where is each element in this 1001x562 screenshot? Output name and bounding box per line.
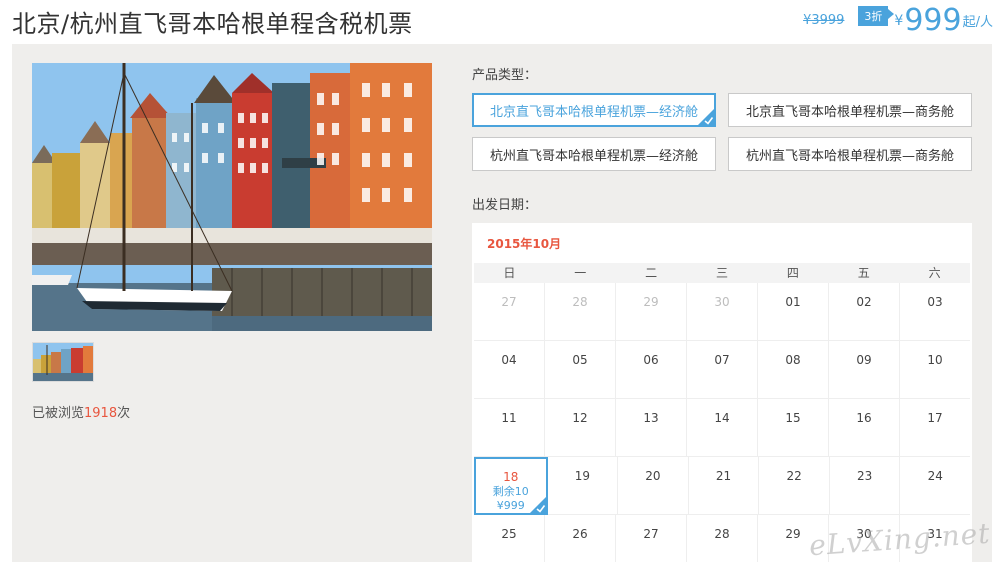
calendar-day-other-month: 27: [474, 283, 545, 341]
calendar-day-other-month: 30: [687, 283, 758, 341]
weekday-label: 三: [716, 266, 729, 280]
current-price: 999: [904, 3, 962, 38]
calendar-day[interactable]: 26: [545, 515, 616, 562]
calendar-day[interactable]: 06: [616, 341, 687, 399]
calendar-week: 18 剩余10 ¥999 19 20 21 22 23 24: [474, 457, 971, 515]
calendar-day[interactable]: 27: [616, 515, 687, 562]
product-option-beijing-economy[interactable]: 北京直飞哥本哈根单程机票—经济舱: [472, 93, 716, 127]
calendar-day[interactable]: 11: [474, 399, 545, 457]
calendar-day[interactable]: 07: [687, 341, 758, 399]
check-icon: [529, 497, 546, 513]
original-price: ¥3999: [803, 13, 845, 28]
calendar-day[interactable]: 23: [829, 457, 901, 515]
calendar-day[interactable]: 09: [829, 341, 900, 399]
product-option-hangzhou-business[interactable]: 杭州直飞哥本哈根单程机票—商务舱: [728, 137, 972, 171]
calendar-day[interactable]: 13: [616, 399, 687, 457]
thumbnail-image[interactable]: [32, 342, 94, 382]
calendar-day[interactable]: 15: [758, 399, 829, 457]
calendar-day[interactable]: 01: [758, 283, 829, 341]
calendar-day[interactable]: 04: [474, 341, 545, 399]
option-label: 杭州直飞哥本哈根单程机票—商务舱: [745, 148, 954, 164]
page-header: 北京/杭州直飞哥本哈根单程含税机票 ¥3999 3折 ¥ 999 起/人: [0, 0, 1001, 44]
product-type-label: 产品类型：: [472, 68, 538, 83]
option-label: 北京直飞哥本哈根单程机票—经济舱: [489, 104, 698, 120]
weekday-label: 六: [928, 266, 941, 280]
calendar-day[interactable]: 17: [900, 399, 970, 457]
calendar-day[interactable]: 21: [688, 457, 760, 515]
departure-date-label: 出发日期：: [472, 198, 538, 213]
calendar-day[interactable]: 24: [900, 457, 971, 515]
calendar-day[interactable]: 08: [758, 341, 829, 399]
currency-symbol: ¥: [894, 13, 904, 29]
calendar-day-other-month: 29: [616, 283, 687, 341]
calendar-day[interactable]: 25: [474, 515, 545, 562]
option-label: 杭州直飞哥本哈根单程机票—经济舱: [489, 148, 698, 164]
check-icon: [698, 109, 714, 125]
option-label: 北京直飞哥本哈根单程机票—商务舱: [745, 104, 954, 120]
calendar-day[interactable]: 05: [545, 341, 616, 399]
selected-day-number: 18: [503, 470, 519, 484]
views-number: 1918: [84, 406, 118, 421]
price-block: ¥3999 3折 ¥ 999 起/人: [803, 2, 993, 38]
calendar-day[interactable]: 03: [900, 283, 970, 341]
views-prefix: 已被浏览: [32, 406, 85, 421]
calendar-day[interactable]: 19: [547, 457, 619, 515]
calendar-day[interactable]: 02: [829, 283, 900, 341]
calendar-week: 27 28 29 30 01 02 03: [474, 283, 970, 341]
calendar-day[interactable]: 14: [687, 399, 758, 457]
discount-badge: 3折: [858, 6, 895, 26]
weekday-label: 五: [857, 266, 870, 280]
calendar-day[interactable]: 20: [618, 457, 689, 515]
calendar-week: 11 12 13 14 15 16 17: [474, 399, 970, 457]
calendar-week: 04 05 06 07 08 09 10: [474, 341, 970, 399]
weekday-label: 四: [786, 266, 799, 280]
calendar-grid: 27 28 29 30 01 02 03 04 05 06 07 08 09 1…: [474, 283, 971, 562]
calendar-day[interactable]: 28: [687, 515, 758, 562]
product-option-beijing-business[interactable]: 北京直飞哥本哈根单程机票—商务舱: [728, 93, 972, 127]
price-unit: 起/人: [962, 15, 993, 30]
calendar-day[interactable]: 10: [900, 341, 970, 399]
departure-calendar: 2015年10月 日 一 二 三 四 五 六 27 28 29 30 01 02…: [472, 223, 972, 562]
calendar-day-selected[interactable]: 18 剩余10 ¥999: [474, 457, 548, 515]
product-option-hangzhou-economy[interactable]: 杭州直飞哥本哈根单程机票—经济舱: [472, 137, 716, 171]
product-panel: 已被浏览1918次 产品类型： 北京直飞哥本哈根单程机票—经济舱 北京直飞哥本哈…: [12, 44, 992, 562]
calendar-day[interactable]: 16: [829, 399, 900, 457]
harbor-thumbnail: [33, 343, 93, 381]
weekday-label: 一: [574, 266, 587, 280]
hero-image[interactable]: [32, 63, 432, 331]
page-title: 北京/杭州直飞哥本哈根单程含税机票: [12, 10, 413, 38]
views-suffix: 次: [117, 406, 131, 421]
calendar-day-other-month: 28: [545, 283, 616, 341]
weekday-label: 日: [503, 266, 516, 280]
calendar-day[interactable]: 12: [545, 399, 616, 457]
harbor-photo: [32, 63, 432, 331]
calendar-month: 2015年10月: [487, 237, 562, 251]
weekday-header: 日 一 二 三 四 五 六: [474, 263, 970, 283]
weekday-label: 二: [645, 266, 658, 280]
view-count: 已被浏览1918次: [32, 402, 130, 421]
calendar-day[interactable]: 22: [759, 457, 830, 515]
